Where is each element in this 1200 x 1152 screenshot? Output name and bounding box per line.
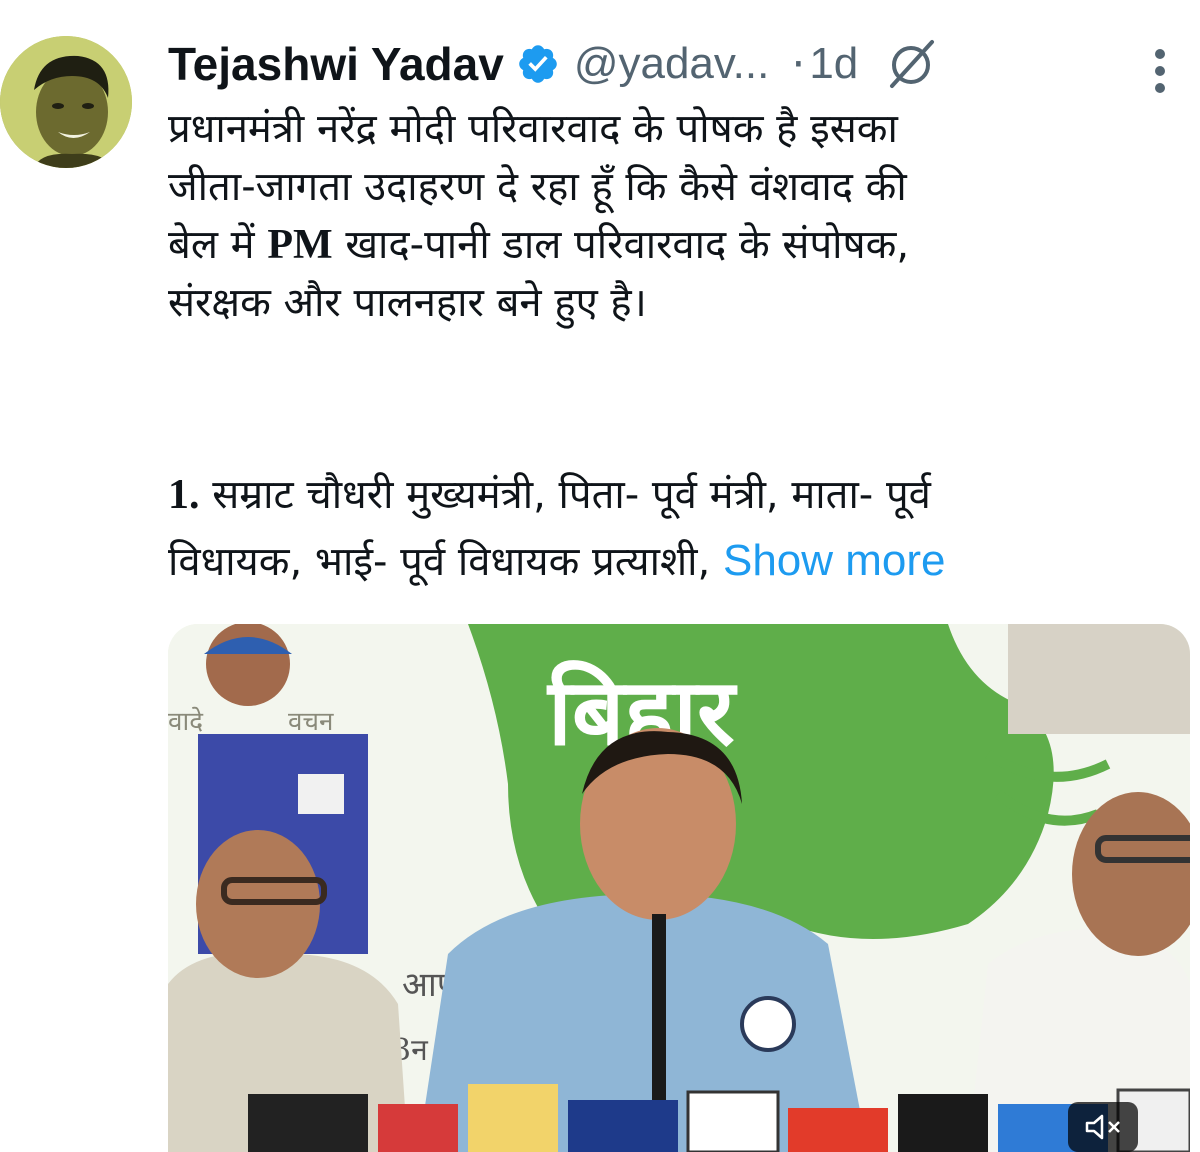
- user-handle[interactable]: @yadav...: [574, 39, 770, 89]
- mute-icon[interactable]: [1068, 1102, 1138, 1152]
- pm-text: PM: [267, 222, 333, 268]
- tweet-line: प्रधानमंत्री नरेंद्र मोदी परिवारवाद के प…: [168, 106, 898, 152]
- list-item: 1. सम्राट चौधरी मुख्यमंत्री, पिता- पूर्व…: [168, 462, 1178, 528]
- tweet-list: 1. सम्राट चौधरी मुख्यमंत्री, पिता- पूर्व…: [168, 462, 1178, 595]
- verified-badge-icon: [519, 45, 557, 83]
- list-item: विधायक, भाई- पूर्व विधायक प्रत्याशी, Sho…: [168, 528, 1178, 595]
- time-separator: ·: [791, 38, 806, 90]
- banner-left-text: वादे: [168, 706, 204, 737]
- tweet-line: संरक्षक और पालनहार बने हुए है।: [168, 280, 647, 326]
- show-more-link[interactable]: Show more: [723, 536, 946, 585]
- tweet-line-segment: बेल में: [168, 222, 268, 268]
- tweet-media-video[interactable]: बिहार वादे वचन आप 3न: [168, 624, 1190, 1152]
- more-options-icon[interactable]: [1148, 44, 1172, 98]
- tweet-header: Tejashwi Yadav @yadav... · 1d: [168, 34, 940, 94]
- user-name[interactable]: Tejashwi Yadav: [168, 37, 504, 91]
- tweet-text: प्रधानमंत्री नरेंद्र मोदी परिवारवाद के प…: [168, 100, 1178, 332]
- tweet-line-segment: खाद-पानी डाल परिवारवाद के संपोषक,: [332, 222, 910, 268]
- tweet-line: बेल में PM खाद-पानी डाल परिवारवाद के संप…: [168, 216, 1178, 274]
- tweet[interactable]: Tejashwi Yadav @yadav... · 1d प्रधानमंत्…: [0, 0, 1200, 1152]
- tweet-line: जीता-जागता उदाहरण दे रहा हूँ कि कैसे वंश…: [168, 164, 907, 210]
- banner-left-text-2: वचन: [288, 707, 334, 737]
- tweet-time[interactable]: 1d: [809, 39, 858, 89]
- grok-icon[interactable]: [884, 36, 940, 92]
- list-item-text: विधायक, भाई- पूर्व विधायक प्रत्याशी,: [168, 539, 723, 585]
- list-number: 1.: [168, 472, 200, 518]
- avatar[interactable]: [0, 36, 132, 168]
- list-item-text: सम्राट चौधरी मुख्यमंत्री, पिता- पूर्व मं…: [199, 472, 931, 518]
